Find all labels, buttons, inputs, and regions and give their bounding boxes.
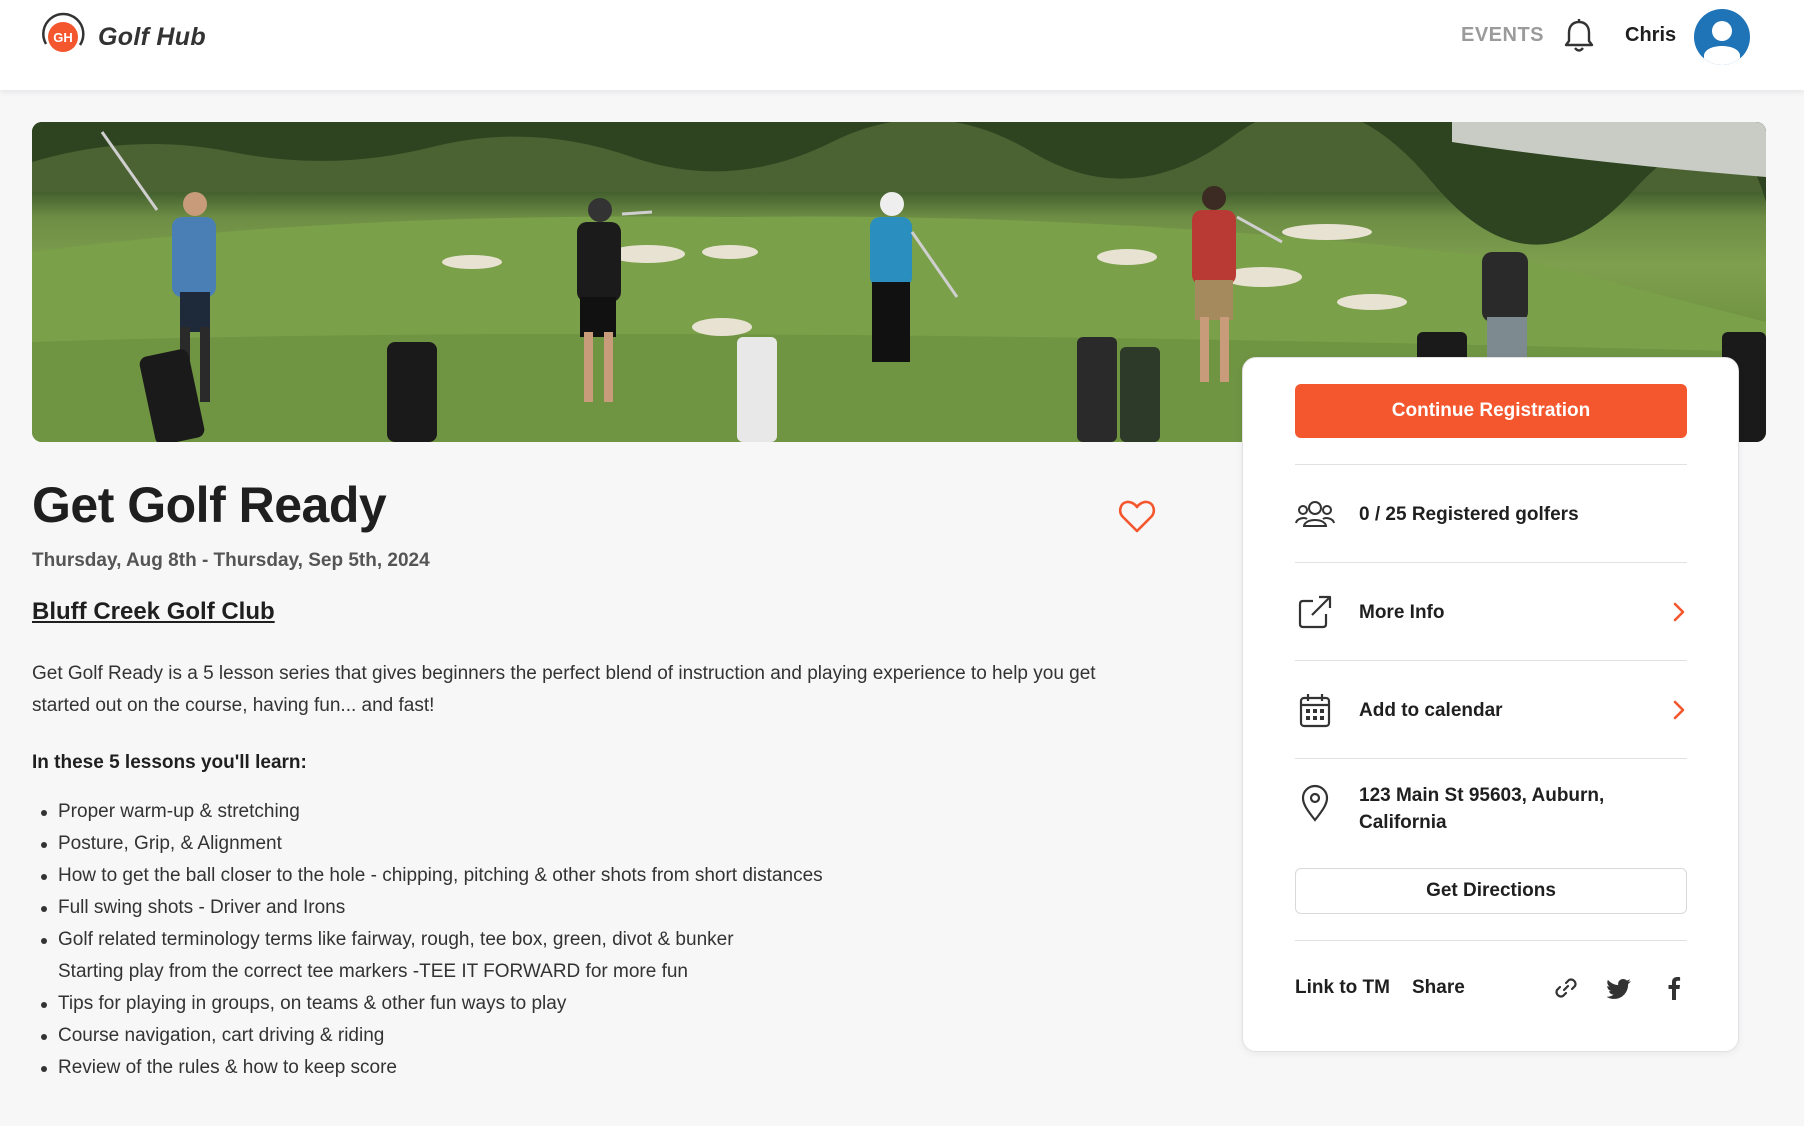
chevron-right-icon [1671,600,1687,624]
divider [1295,660,1687,661]
event-description: Get Golf Ready is a 5 lesson series that… [32,663,1096,716]
external-link-icon [1295,592,1335,632]
registration-card: Continue Registration 0 / 25 Registered … [1242,357,1739,1052]
list-item: Starting play from the correct tee marke… [58,961,688,982]
event-dates: Thursday, Aug 8th - Thursday, Sep 5th, 2… [32,550,430,571]
people-icon [1295,494,1335,534]
divider [1295,940,1687,941]
event-title: Get Golf Ready [32,477,387,533]
user-name[interactable]: Chris [1625,24,1676,47]
address-row: 123 Main St 95603, Auburn, California [1295,782,1687,846]
app-name: Golf Hub [98,22,206,51]
list-item: Full swing shots - Driver and Irons [32,892,1172,924]
more-info-label: More Info [1359,601,1445,623]
list-item: Review of the rules & how to keep score [32,1052,1172,1084]
list-item: Tips for playing in groups, on teams & o… [32,988,1172,1020]
link-to-tm-link[interactable]: Link to TM [1295,977,1390,999]
event-details: Get Golf Ready Thursday, Aug 8th - Thurs… [32,480,1172,1084]
add-to-calendar-label: Add to calendar [1359,699,1503,721]
registered-golfers-count: 0 / 25 Registered golfers [1359,503,1579,525]
nav-events-link[interactable]: EVENTS [1461,24,1544,47]
link-icon[interactable] [1553,975,1579,1001]
more-info-row[interactable]: More Info [1295,582,1687,642]
divider [1295,464,1687,465]
get-directions-button[interactable]: Get Directions [1295,868,1687,914]
top-bar: GH Golf Hub EVENTS Chris [0,0,1804,90]
divider [1295,562,1687,563]
address-text: 123 Main St 95603, Auburn, California [1359,785,1605,833]
facebook-icon[interactable] [1661,975,1687,1001]
twitter-icon[interactable] [1606,975,1633,1001]
continue-registration-button[interactable]: Continue Registration [1295,384,1687,438]
share-icons [1553,975,1687,1001]
list-item: Golf related terminology terms like fair… [32,924,1172,956]
club-link[interactable]: Bluff Creek Golf Club [32,598,275,626]
calendar-icon [1295,690,1335,730]
list-item: Proper warm-up & stretching [32,796,1172,828]
chevron-right-icon [1671,698,1687,722]
logo-icon: GH [38,12,88,62]
logo[interactable]: GH Golf Hub [38,12,206,62]
logo-badge: GH [53,30,73,45]
divider [1295,758,1687,759]
registered-golfers-row: 0 / 25 Registered golfers [1295,484,1687,544]
list-item: Posture, Grip, & Alignment [32,828,1172,860]
share-label: Share [1411,977,1465,998]
lessons-heading: In these 5 lessons you'll learn: [32,752,307,773]
bell-icon[interactable] [1562,18,1596,54]
lessons-list: Proper warm-up & stretching Posture, Gri… [32,796,1172,1084]
add-to-calendar-row[interactable]: Add to calendar [1295,680,1687,740]
favorite-heart-icon[interactable] [1118,498,1156,534]
list-item: How to get the ball closer to the hole -… [32,860,1172,892]
list-item: Course navigation, cart driving & riding [32,1020,1172,1052]
map-pin-icon [1295,782,1335,822]
share-row: Link to TM Share [1295,968,1687,1008]
avatar-icon[interactable] [1694,9,1750,65]
